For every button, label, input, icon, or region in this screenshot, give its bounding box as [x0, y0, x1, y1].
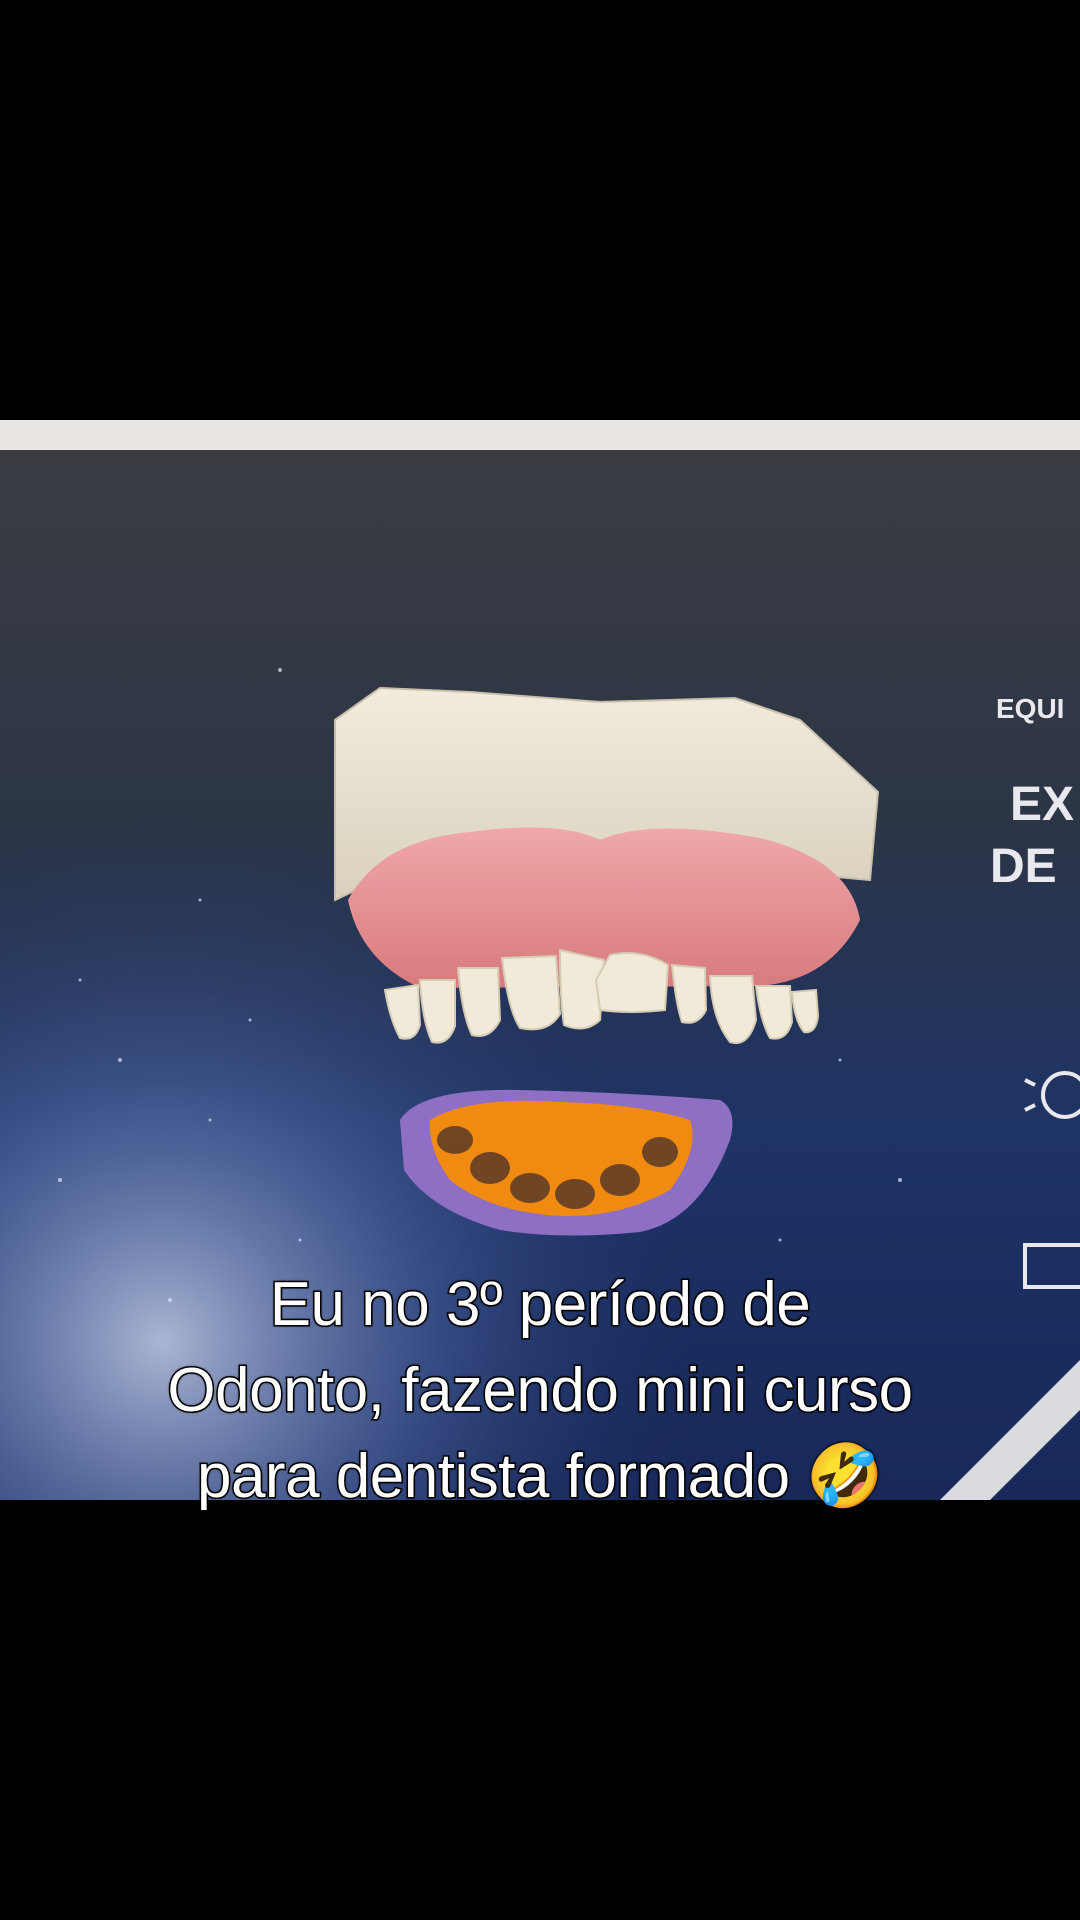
poster-small-label: EQUI — [996, 693, 1064, 724]
caption-line-2: Odonto, fazendo mini curso — [166, 1355, 915, 1427]
poster-title-line2: DE — [990, 840, 1057, 893]
caption: Eu no 3º período de Odonto, fazendo mini… — [40, 1262, 1040, 1520]
poster-title-line1: EX — [1010, 778, 1074, 831]
caption-line-1: Eu no 3º período de — [268, 1269, 812, 1341]
video-frame: EQUI EX DE Eu no 3º período de Odonto, f… — [0, 0, 1080, 1920]
caption-line-3: para dentista formado 🤣 — [195, 1441, 885, 1513]
